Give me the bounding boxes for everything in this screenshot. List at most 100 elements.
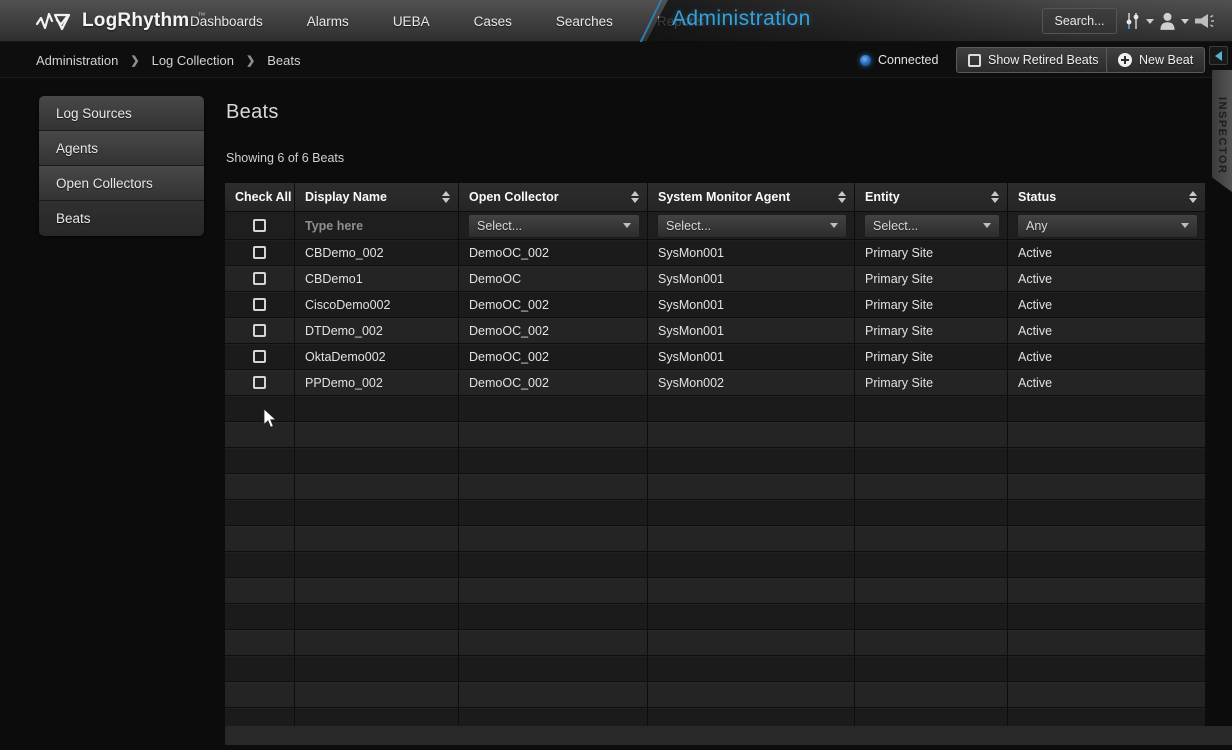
beats-table: Check All Display Name Open Collector Sy…: [225, 183, 1205, 726]
sort-icon[interactable]: [442, 191, 450, 203]
sidebar-item-beats[interactable]: Beats: [39, 201, 204, 236]
cell-display-name: CBDemo_002: [295, 240, 459, 265]
cell-entity: [855, 578, 1008, 603]
sliders-dropdown-chevron-icon[interactable]: [1146, 19, 1154, 24]
breadcrumb-beats[interactable]: Beats: [267, 53, 300, 68]
inspector-tab[interactable]: INSPECTOR: [1212, 70, 1232, 192]
row-checkbox-cell: [225, 630, 295, 655]
row-checkbox-cell: [225, 526, 295, 551]
row-checkbox-cell: [225, 318, 295, 343]
status-filter-select[interactable]: Any: [1018, 215, 1197, 237]
column-header-system-monitor-agent[interactable]: System Monitor Agent: [648, 183, 855, 211]
column-header-open-collector[interactable]: Open Collector: [459, 183, 648, 211]
chevron-down-icon: [983, 223, 991, 228]
cell-system-monitor-agent: [648, 630, 855, 655]
nav-item-dashboards[interactable]: Dashboards: [190, 14, 263, 29]
sort-icon[interactable]: [1189, 191, 1197, 203]
sidebar-item-agents[interactable]: Agents: [39, 131, 204, 166]
table-row[interactable]: CiscoDemo002DemoOC_002SysMon001Primary S…: [225, 292, 1205, 318]
filter-cell-entity: Select...: [855, 212, 1008, 239]
select-value: Select...: [477, 219, 522, 233]
row-checkbox[interactable]: [253, 376, 266, 389]
cell-open-collector: [459, 474, 648, 499]
mouse-cursor: [263, 408, 278, 429]
sort-icon[interactable]: [631, 191, 639, 203]
sidebar-item-open-collectors[interactable]: Open Collectors: [39, 166, 204, 201]
megaphone-icon[interactable]: [1192, 11, 1215, 31]
logrhythm-logo-icon: [36, 9, 74, 33]
cell-system-monitor-agent: [648, 396, 855, 421]
row-checkbox-cell: [225, 344, 295, 369]
sort-icon[interactable]: [838, 191, 846, 203]
nav-item-alarms[interactable]: Alarms: [307, 14, 349, 29]
column-header-entity[interactable]: Entity: [855, 183, 1008, 211]
cell-entity: [855, 552, 1008, 577]
table-row[interactable]: DTDemo_002DemoOC_002SysMon001Primary Sit…: [225, 318, 1205, 344]
cell-open-collector: [459, 448, 648, 473]
nav-item-cases[interactable]: Cases: [474, 14, 512, 29]
breadcrumb-log-collection[interactable]: Log Collection: [152, 53, 234, 68]
cell-display-name: [295, 604, 459, 629]
sidebar-item-log-sources[interactable]: Log Sources: [39, 96, 204, 131]
select-value: Select...: [873, 219, 918, 233]
connected-status-dot-icon: [860, 55, 871, 66]
breadcrumb-administration[interactable]: Administration: [36, 53, 118, 68]
cell-system-monitor-agent: SysMon002: [648, 370, 855, 395]
cell-status: [1008, 500, 1205, 525]
column-header-label: Status: [1018, 190, 1056, 204]
system-monitor-agent-filter-select[interactable]: Select...: [658, 215, 846, 237]
nav-item-searches[interactable]: Searches: [556, 14, 613, 29]
inspector-tab-label: INSPECTOR: [1216, 87, 1228, 174]
row-checkbox-cell: [225, 474, 295, 499]
entity-filter-select[interactable]: Select...: [865, 215, 999, 237]
nav-item-administration-active[interactable]: Administration: [672, 7, 811, 31]
new-beat-button[interactable]: New Beat: [1106, 47, 1205, 73]
open-collector-filter-select[interactable]: Select...: [469, 215, 639, 237]
display-name-filter-input[interactable]: [305, 219, 450, 233]
table-row[interactable]: OktaDemo002DemoOC_002SysMon001Primary Si…: [225, 344, 1205, 370]
cell-display-name: DTDemo_002: [295, 318, 459, 343]
cell-display-name: OktaDemo002: [295, 344, 459, 369]
row-checkbox[interactable]: [253, 298, 266, 311]
sort-icon[interactable]: [991, 191, 999, 203]
cell-display-name: CBDemo1: [295, 266, 459, 291]
row-checkbox[interactable]: [253, 246, 266, 259]
cell-status: Active: [1008, 292, 1205, 317]
cell-entity: [855, 526, 1008, 551]
column-header-status[interactable]: Status: [1008, 183, 1205, 211]
row-checkbox[interactable]: [253, 272, 266, 285]
column-header-display-name[interactable]: Display Name: [295, 183, 459, 211]
table-row[interactable]: PPDemo_002DemoOC_002SysMon002Primary Sit…: [225, 370, 1205, 396]
cell-display-name: [295, 526, 459, 551]
row-checkbox-cell: [225, 240, 295, 265]
search-input[interactable]: Search...: [1042, 8, 1117, 34]
cell-open-collector: [459, 630, 648, 655]
cell-system-monitor-agent: [648, 708, 855, 726]
cell-entity: Primary Site: [855, 292, 1008, 317]
row-checkbox-cell: [225, 552, 295, 577]
filter-cell-status: Any: [1008, 212, 1205, 239]
table-row[interactable]: CBDemo_002DemoOC_002SysMon001Primary Sit…: [225, 240, 1205, 266]
show-retired-beats-button[interactable]: Show Retired Beats: [956, 47, 1110, 73]
nav-item-ueba[interactable]: UEBA: [393, 14, 430, 29]
row-checkbox[interactable]: [253, 324, 266, 337]
cell-open-collector: [459, 552, 648, 577]
table-row-empty: [225, 422, 1205, 448]
inspector-collapse-button[interactable]: [1209, 46, 1228, 65]
user-dropdown-chevron-icon[interactable]: [1181, 19, 1189, 24]
table-row[interactable]: CBDemo1DemoOCSysMon001Primary SiteActive: [225, 266, 1205, 292]
row-checkbox[interactable]: [253, 350, 266, 363]
cell-display-name: [295, 422, 459, 447]
table-row-empty: [225, 682, 1205, 708]
cell-open-collector: [459, 708, 648, 726]
show-retired-checkbox[interactable]: [968, 54, 981, 67]
column-header-label: Entity: [865, 190, 900, 204]
user-icon[interactable]: [1157, 11, 1178, 31]
check-all-checkbox[interactable]: [253, 219, 266, 232]
sliders-icon[interactable]: [1124, 11, 1143, 31]
row-checkbox-cell: [225, 266, 295, 291]
cell-status: Active: [1008, 266, 1205, 291]
cell-open-collector: [459, 682, 648, 707]
column-header-label: Check All: [235, 190, 292, 204]
cell-status: [1008, 630, 1205, 655]
